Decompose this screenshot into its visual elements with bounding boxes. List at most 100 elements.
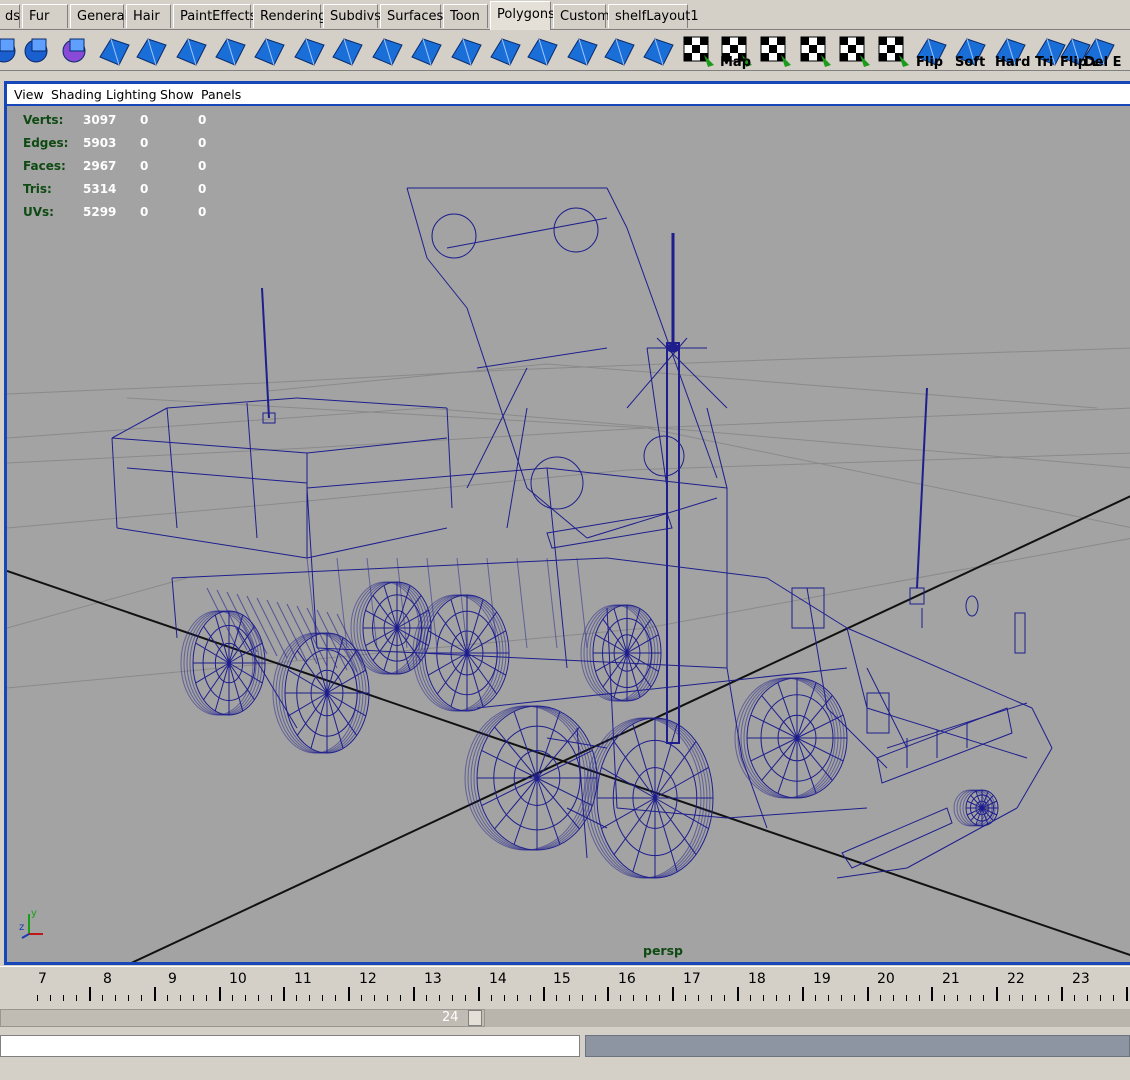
separate-icon[interactable]	[602, 33, 638, 69]
soften-edge-icon[interactable]: Soft	[953, 33, 989, 70]
append-icon[interactable]	[370, 33, 406, 69]
time-subtick-mark	[983, 995, 984, 1001]
panel-menu-lighting[interactable]: Lighting	[106, 87, 157, 102]
perspective-viewport[interactable]: Verts: 3097 0 0 Edges: 5903 0 0 Faces: 2967 0 0 Tris…	[7, 108, 1130, 962]
panel-menu-panels[interactable]: Panels	[201, 87, 241, 102]
time-subtick-mark	[1074, 995, 1075, 1001]
shelf-tab-surfaces[interactable]: Surfaces	[380, 4, 443, 28]
time-subtick-mark	[1087, 995, 1088, 1001]
plane-icon[interactable]	[97, 33, 133, 69]
hud-label: Faces:	[23, 159, 66, 173]
hud-count: 5299	[83, 205, 117, 219]
extract-icon[interactable]	[565, 33, 601, 69]
shelf-icon-bar: Map Flip Soft Hard Tri Flip E Del E	[0, 31, 1130, 71]
time-tick-mark	[283, 987, 285, 1001]
map-uv-icon[interactable]: Map	[718, 33, 754, 70]
collapse-icon[interactable]	[449, 33, 485, 69]
time-slider[interactable]: 7 8 9 10 11 12 13 14 15 16 17 18 19 20 21 22 23	[0, 966, 1130, 1004]
map-uv-label: Map	[720, 55, 752, 70]
shelf-tab-polygons[interactable]: Polygons	[490, 1, 555, 30]
time-subtick-mark	[620, 995, 621, 1001]
hud-component: 0	[198, 159, 207, 173]
time-subtick-mark	[970, 995, 971, 1001]
time-tick-label: 19	[813, 971, 831, 987]
time-tick-mark	[348, 987, 350, 1001]
cut-face-icon[interactable]	[252, 33, 288, 69]
shelf-tab-hair[interactable]: Hair	[126, 4, 171, 28]
time-tick-mark	[802, 987, 804, 1001]
time-tick-mark	[607, 987, 609, 1001]
time-subtick-mark	[906, 995, 907, 1001]
merge-icon[interactable]	[409, 33, 445, 69]
shelf-tab-custom[interactable]: Custom	[553, 4, 610, 28]
box-extrude-icon[interactable]	[174, 33, 210, 69]
time-subtick-mark	[750, 995, 751, 1001]
checker-move-icon[interactable]	[757, 33, 793, 69]
time-subtick-mark	[1113, 995, 1114, 1001]
range-slider-track[interactable]	[0, 1009, 485, 1027]
time-tick-mark	[1126, 987, 1128, 1001]
hud-label: Edges:	[23, 136, 69, 150]
time-tick-label: 11	[294, 971, 312, 987]
split-face-icon[interactable]	[213, 33, 249, 69]
view-axis-indicator: y z	[19, 908, 43, 939]
time-tick-label: 9	[168, 971, 177, 987]
time-subtick-mark	[957, 995, 958, 1001]
shelf-tab-general[interactable]: General	[70, 4, 128, 28]
shelf-tab-shelflayout1[interactable]: shelfLayout1	[608, 4, 699, 28]
normal-icon[interactable]	[641, 33, 677, 69]
checker-map-icon[interactable]	[680, 33, 716, 69]
hud-component: 0	[198, 136, 207, 150]
cube-select-icon[interactable]	[58, 33, 94, 69]
wedge-icon[interactable]	[330, 33, 366, 69]
shelf-tab-ds[interactable]: ds	[0, 4, 20, 28]
time-subtick-mark	[335, 995, 336, 1001]
hud-component: 0	[198, 113, 207, 127]
time-tick-label: 15	[553, 971, 571, 987]
time-subtick-mark	[37, 995, 38, 1001]
poke-icon[interactable]	[488, 33, 524, 69]
hud-count: 5903	[83, 136, 117, 150]
time-subtick-mark	[1048, 995, 1049, 1001]
panel-menu-shading[interactable]: Shading	[51, 87, 102, 102]
uv-editor-icon[interactable]	[875, 33, 911, 69]
flip-normal-icon[interactable]: Flip	[914, 33, 950, 70]
delete-edge-icon[interactable]: Del E	[1082, 33, 1121, 70]
time-subtick-mark	[582, 995, 583, 1001]
command-line-input[interactable]	[0, 1035, 580, 1057]
time-tick-label: 10	[229, 971, 247, 987]
time-subtick-mark	[115, 995, 116, 1001]
time-subtick-mark	[387, 995, 388, 1001]
checker-rotate-icon[interactable]	[797, 33, 833, 69]
time-subtick-mark	[504, 995, 505, 1001]
shelf-tab-toon[interactable]: Toon	[443, 4, 488, 28]
shelf-tab-painteffects[interactable]: PaintEffects	[173, 4, 256, 28]
command-result-field	[585, 1035, 1130, 1057]
time-subtick-mark	[50, 995, 51, 1001]
harden-edge-icon[interactable]: Hard	[993, 33, 1030, 70]
bevel-icon[interactable]	[292, 33, 328, 69]
subdivide-icon[interactable]	[525, 33, 561, 69]
panel-menu-show[interactable]: Show	[160, 87, 194, 102]
panel-separator[interactable]	[0, 72, 1130, 80]
shelf-tab-fur[interactable]: Fur	[22, 4, 68, 28]
time-tick-label: 12	[359, 971, 377, 987]
time-subtick-mark	[63, 995, 64, 1001]
time-tick-mark	[672, 987, 674, 1001]
shelf-tab-subdivs[interactable]: Subdivs	[323, 4, 381, 28]
shelf-tab-rendering[interactable]: Rendering	[253, 4, 326, 28]
sphere-cut-icon[interactable]	[20, 33, 56, 69]
range-slider-handle[interactable]	[468, 1010, 482, 1026]
time-subtick-mark	[1022, 995, 1023, 1001]
time-tick-label: 14	[489, 971, 507, 987]
panel-menu-view[interactable]: View	[14, 87, 44, 102]
vehicle-wireframe	[111, 187, 1053, 879]
time-subtick-mark	[685, 995, 686, 1001]
time-subtick-mark	[232, 995, 233, 1001]
time-subtick-mark	[854, 995, 855, 1001]
time-subtick-mark	[556, 995, 557, 1001]
time-subtick-mark	[815, 995, 816, 1001]
checker-scale-icon[interactable]	[836, 33, 872, 69]
time-subtick-mark	[828, 995, 829, 1001]
plane-edit-icon[interactable]	[134, 33, 170, 69]
